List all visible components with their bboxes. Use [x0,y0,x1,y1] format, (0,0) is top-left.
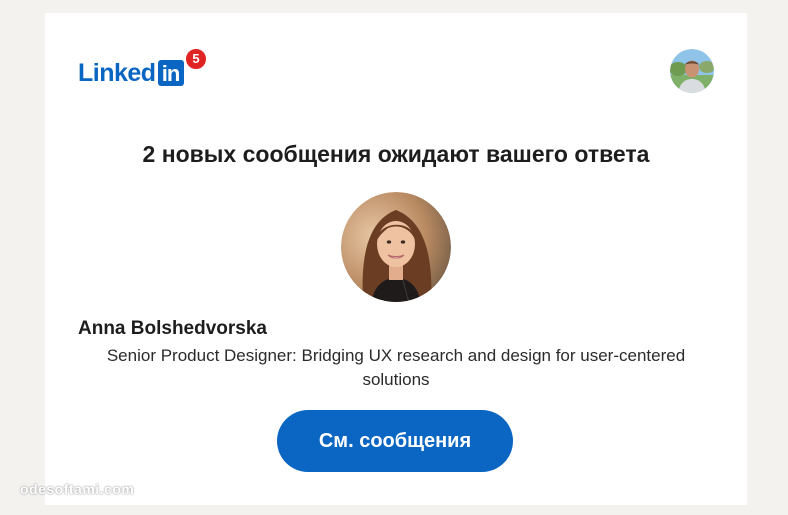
logo-wordmark: Linked [78,59,156,87]
sender-name[interactable]: Anna Bolshedvorska [78,316,267,342]
view-messages-button[interactable]: См. сообщения [277,410,513,472]
logo-in-box: in [157,60,184,86]
sender-avatar[interactable] [341,192,451,302]
profile-photo-icon [341,192,451,302]
watermark-text: odesoftami.com [20,481,135,497]
email-headline: 2 новых сообщения ожидают вашего ответа [142,141,650,167]
email-card: Linked in 5 2 новых сообщения ожидают ва… [45,13,747,505]
email-header: Linked in 5 [45,13,747,113]
user-avatar[interactable] [670,49,714,93]
notification-badge: 5 [184,47,208,71]
linkedin-logo[interactable]: Linked in [78,59,184,87]
sender-headline: Senior Product Designer: Bridging UX res… [106,346,686,389]
user-photo-icon [670,49,714,93]
email-page: Linked in 5 2 новых сообщения ожидают ва… [0,0,788,515]
